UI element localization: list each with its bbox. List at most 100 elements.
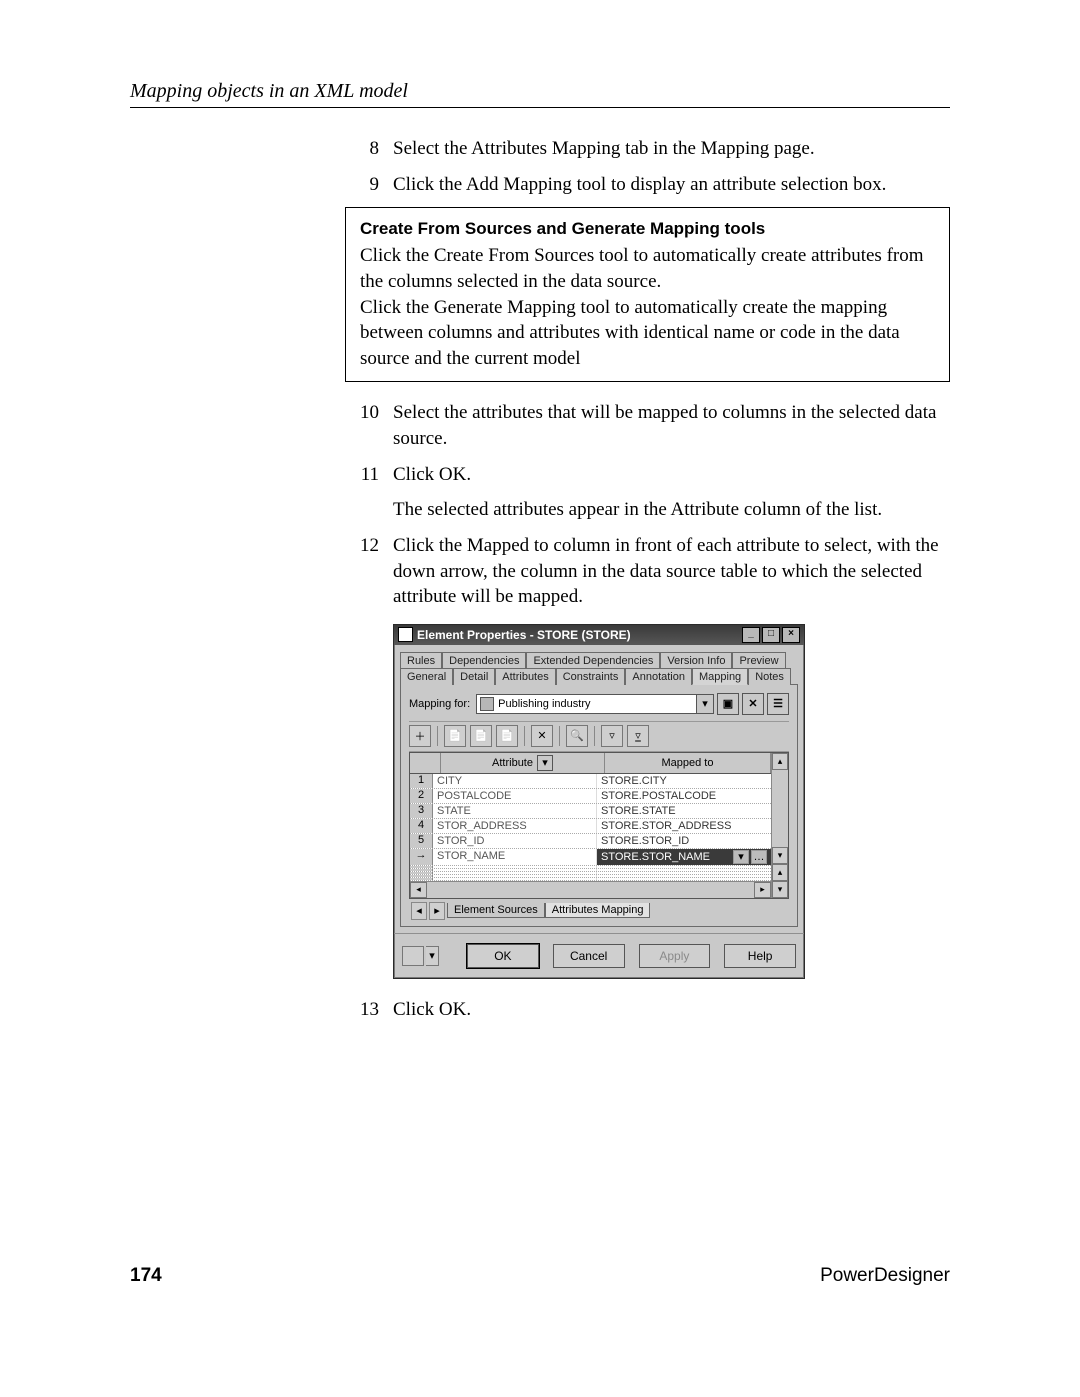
minimize-button[interactable]: _ [742, 627, 760, 643]
cell-mapped-to-editing[interactable]: STORE.STOR_NAME ▾ … [597, 849, 771, 865]
scroll-top-icon[interactable]: ▴ [772, 864, 788, 881]
delete-button[interactable]: ✕ [531, 725, 553, 747]
row-number: 2 [410, 789, 433, 803]
grid-corner [410, 753, 441, 773]
step-text: Click OK. [393, 462, 950, 488]
scroll-right-icon[interactable]: ▸ [754, 882, 771, 898]
page-number: 174 [130, 1265, 162, 1287]
chevron-down-icon[interactable]: ▾ [733, 850, 749, 864]
cell-mapped-to[interactable]: STORE.STOR_ADDRESS [597, 819, 771, 833]
step-number: 13 [345, 997, 393, 1023]
column-header-mapped-to[interactable]: Mapped to [605, 753, 771, 773]
table-row[interactable]: 2 POSTALCODE STORE.POSTALCODE [410, 789, 771, 804]
ellipsis-button[interactable]: … [751, 850, 767, 864]
cell-attribute[interactable]: STOR_ADDRESS [433, 819, 597, 833]
dialog-button-bar: ▾ OK Cancel Apply Help [394, 933, 804, 978]
bottom-tab-element-sources[interactable]: Element Sources [447, 903, 545, 918]
note-body: Click the Create From Sources tool to au… [360, 245, 924, 369]
grid-header-row: Attribute▾ Mapped to [410, 753, 771, 774]
bottom-tab-attributes-mapping[interactable]: Attributes Mapping [545, 903, 651, 918]
create-from-sources-button[interactable]: 📄 [444, 725, 466, 747]
tab-extended-dependencies[interactable]: Extended Dependencies [526, 652, 660, 668]
tab-preview[interactable]: Preview [732, 652, 785, 668]
cancel-button[interactable]: Cancel [553, 944, 625, 968]
properties-button[interactable]: ☰ [767, 693, 789, 715]
table-row[interactable]: 1 CITY STORE.CITY [410, 774, 771, 789]
scroll-bottom-icon[interactable]: ▾ [772, 881, 788, 898]
ok-button[interactable]: OK [467, 944, 539, 968]
horizontal-scrollbar[interactable]: ◂ ▸ [410, 881, 771, 898]
table-row[interactable]: 5 STOR_ID STORE.STOR_ID [410, 834, 771, 849]
row-indicator-arrow-icon: → [410, 849, 433, 865]
window-title: Element Properties - STORE (STORE) [417, 628, 631, 642]
tab-nav-next[interactable]: ▸ [429, 902, 445, 920]
tool-button[interactable]: 📄 [496, 725, 518, 747]
mapping-for-value: Publishing industry [498, 698, 590, 710]
apply-button[interactable]: Apply [639, 944, 711, 968]
column-header-attribute[interactable]: Attribute▾ [441, 753, 605, 773]
close-button[interactable]: × [782, 627, 800, 643]
tab-general[interactable]: General [400, 668, 453, 685]
mapping-for-label: Mapping for: [409, 698, 470, 710]
datasource-icon [480, 697, 494, 711]
cell-attribute[interactable]: STOR_ID [433, 834, 597, 848]
attributes-mapping-grid[interactable]: Attribute▾ Mapped to 1 CITY STORE. [409, 752, 789, 899]
step-text: Click OK. [393, 997, 950, 1023]
dialog-figure: Element Properties - STORE (STORE) _ □ ×… [393, 624, 950, 979]
step-9: 9 Click the Add Mapping tool to display … [345, 172, 950, 198]
step-12: 12 Click the Mapped to column in front o… [345, 533, 950, 610]
row-number: 3 [410, 804, 433, 818]
table-row[interactable]: 4 STOR_ADDRESS STORE.STOR_ADDRESS [410, 819, 771, 834]
cell-mapped-to[interactable]: STORE.POSTALCODE [597, 789, 771, 803]
row-number: 1 [410, 774, 433, 788]
help-button[interactable]: Help [724, 944, 796, 968]
menu-icon [402, 946, 424, 966]
step-8: 8 Select the Attributes Mapping tab in t… [345, 136, 950, 162]
cell-mapped-to[interactable]: STORE.STATE [597, 804, 771, 818]
mapping-toolbar: ＋ 📄 📄 📄 ✕ 🔍 ▿ ▿̲ [409, 721, 789, 752]
chevron-down-icon[interactable]: ▾ [537, 755, 553, 771]
note-box: Create From Sources and Generate Mapping… [345, 207, 950, 382]
tab-mapping[interactable]: Mapping [692, 668, 748, 685]
step-13: 13 Click OK. [345, 997, 950, 1023]
cell-mapped-to[interactable]: STORE.STOR_ID [597, 834, 771, 848]
table-row-active[interactable]: → STOR_NAME STORE.STOR_NAME ▾ … [410, 849, 771, 866]
add-mapping-button[interactable]: ＋ [409, 725, 431, 747]
step-text: Select the attributes that will be mappe… [393, 400, 950, 451]
step-11: 11 Click OK. [345, 462, 950, 488]
titlebar[interactable]: Element Properties - STORE (STORE) _ □ × [394, 625, 804, 645]
filter-button[interactable]: ▿ [601, 725, 623, 747]
row-number: 5 [410, 834, 433, 848]
tabs-row-top: Rules Dependencies Extended Dependencies… [394, 645, 804, 667]
tab-rules[interactable]: Rules [400, 652, 442, 668]
cell-attribute[interactable]: POSTALCODE [433, 789, 597, 803]
tab-attributes[interactable]: Attributes [495, 668, 555, 685]
scroll-up-icon[interactable]: ▴ [772, 753, 788, 770]
create-datasource-button[interactable]: ▣ [717, 693, 739, 715]
cell-attribute[interactable]: STOR_NAME [433, 849, 597, 865]
delete-datasource-button[interactable]: ✕ [742, 693, 764, 715]
section-title: Mapping objects in an XML model [130, 80, 950, 103]
scroll-down-icon[interactable]: ▾ [772, 847, 788, 864]
customize-columns-button[interactable]: ▿̲ [627, 725, 649, 747]
tab-detail[interactable]: Detail [453, 668, 495, 685]
tab-notes[interactable]: Notes [748, 668, 791, 685]
chevron-down-icon[interactable]: ▾ [696, 695, 713, 713]
note-title: Create From Sources and Generate Mapping… [360, 218, 935, 241]
generate-mapping-button[interactable]: 📄 [470, 725, 492, 747]
scroll-left-icon[interactable]: ◂ [410, 882, 427, 898]
dialog-menu-button[interactable]: ▾ [402, 946, 439, 966]
tab-constraints[interactable]: Constraints [556, 668, 626, 685]
find-button[interactable]: 🔍 [566, 725, 588, 747]
tab-annotation[interactable]: Annotation [625, 668, 692, 685]
mapping-for-combo[interactable]: Publishing industry ▾ [476, 694, 714, 714]
cell-attribute[interactable]: STATE [433, 804, 597, 818]
maximize-button[interactable]: □ [762, 627, 780, 643]
cell-mapped-to[interactable]: STORE.CITY [597, 774, 771, 788]
tab-dependencies[interactable]: Dependencies [442, 652, 526, 668]
cell-attribute[interactable]: CITY [433, 774, 597, 788]
vertical-scrollbar[interactable]: ▴ ▾ ▴ ▾ [771, 753, 788, 898]
table-row[interactable]: 3 STATE STORE.STATE [410, 804, 771, 819]
tab-nav-prev[interactable]: ◂ [411, 902, 427, 920]
tab-version-info[interactable]: Version Info [660, 652, 732, 668]
